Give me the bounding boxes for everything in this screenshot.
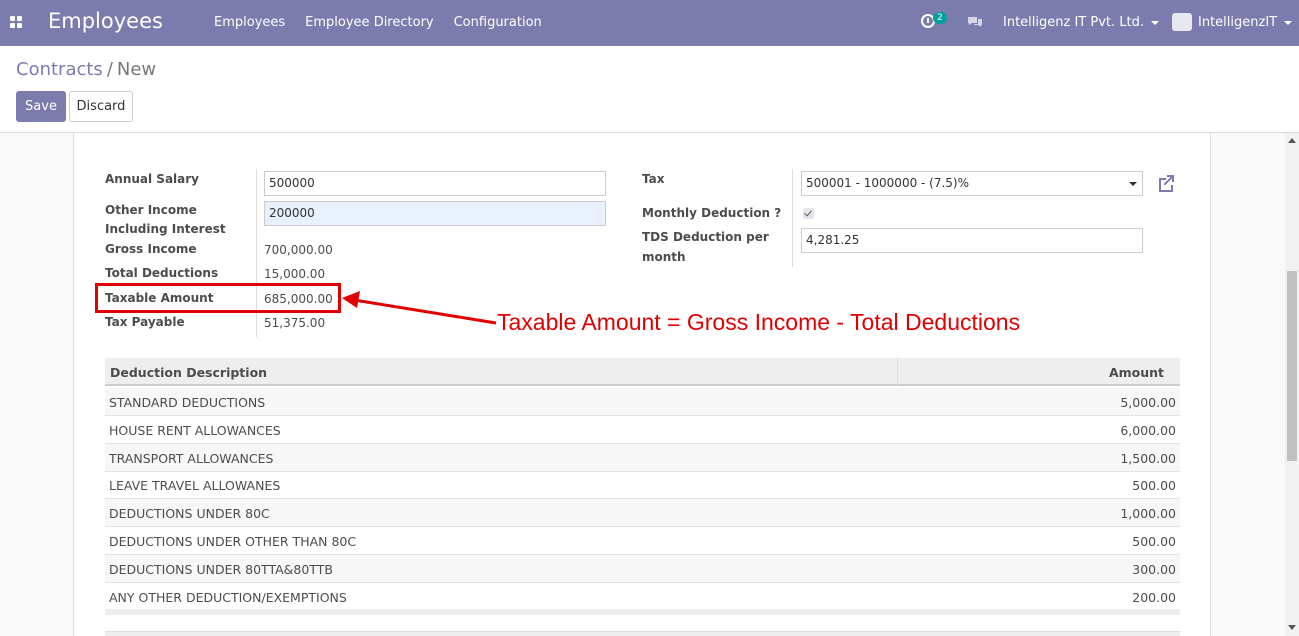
form-sheet: Annual Salary 500000 Other Income Includ… [73, 133, 1211, 636]
next-table-header [105, 631, 1180, 636]
deduction-amount-cell: 6,000.00 [1120, 422, 1176, 438]
annual-salary-label: Annual Salary [105, 172, 199, 186]
table-row[interactable]: ANY OTHER DEDUCTION/EXEMPTIONS 200.00 [105, 583, 1180, 611]
top-navbar: Employees Employees Employee Directory C… [0, 0, 1299, 46]
annotation-text: Taxable Amount = Gross Income - Total De… [497, 309, 1021, 335]
menu-item-employees[interactable]: Employees [214, 15, 285, 30]
monthly-deduction-checkbox[interactable] [803, 208, 814, 219]
company-name: Intelligenz IT Pvt. Ltd. [1003, 15, 1144, 30]
column-header-description[interactable]: Deduction Description [110, 365, 267, 380]
user-avatar[interactable] [1172, 13, 1192, 31]
deduction-description-cell: LEAVE TRAVEL ALLOWANES [109, 478, 281, 494]
discard-button[interactable]: Discard [69, 91, 133, 122]
scroll-up-icon[interactable] [1288, 138, 1296, 143]
tds-deduction-input[interactable]: 4,281.25 [801, 228, 1143, 253]
vertical-scrollbar[interactable] [1285, 133, 1299, 636]
breadcrumb-separator: / [106, 59, 113, 80]
column-divider [897, 358, 898, 386]
table-row[interactable]: LEAVE TRAVEL ALLOWANES 500.00 [105, 471, 1180, 500]
annotation-arrow [342, 291, 497, 325]
deduction-description-cell: DEDUCTIONS UNDER 80TTA&80TTB [109, 561, 333, 577]
chevron-down-icon [1129, 182, 1137, 186]
activity-count-badge: 2 [933, 12, 947, 24]
gross-income-value: 700,000.00 [264, 243, 333, 257]
deduction-amount-cell: 500.00 [1132, 534, 1176, 549]
other-income-label-line2: Including Interest [105, 222, 226, 236]
breadcrumb-contracts[interactable]: Contracts [16, 59, 103, 80]
chevron-down-icon [1150, 20, 1159, 25]
deduction-description-cell: ANY OTHER DEDUCTION/EXEMPTIONS [109, 589, 347, 605]
group-divider [792, 169, 793, 267]
deduction-description-cell: STANDARD DEDUCTIONS [109, 395, 266, 410]
scrollbar-thumb[interactable] [1287, 271, 1297, 461]
gross-income-label: Gross Income [105, 242, 197, 256]
user-menu[interactable]: IntelligenzIT [1198, 15, 1293, 30]
user-name: IntelligenzIT [1198, 15, 1278, 30]
column-header-amount[interactable]: Amount [1109, 365, 1164, 380]
company-switcher[interactable]: Intelligenz IT Pvt. Ltd. [1003, 15, 1159, 30]
deduction-amount-cell: 1,000.00 [1120, 506, 1176, 522]
deduction-description-cell: DEDUCTIONS UNDER 80C [109, 506, 270, 522]
table-row[interactable]: DEDUCTIONS UNDER 80C 1,000.00 [105, 499, 1180, 528]
main-menu: Employees Employee Directory Configurati… [214, 15, 542, 30]
menu-item-configuration[interactable]: Configuration [454, 15, 542, 30]
table-row[interactable]: HOUSE RENT ALLOWANCES 6,000.00 [105, 416, 1180, 444]
deduction-amount-cell: 200.00 [1132, 589, 1176, 605]
scroll-down-icon[interactable] [1288, 625, 1296, 630]
deduction-amount-cell: 1,500.00 [1120, 450, 1176, 466]
table-row[interactable]: DEDUCTIONS UNDER 80TTA&80TTB 300.00 [105, 554, 1180, 583]
external-link-icon[interactable] [1155, 172, 1177, 194]
annual-salary-input[interactable]: 500000 [264, 171, 606, 196]
monthly-deduction-label: Monthly Deduction ? [642, 206, 782, 220]
chevron-down-icon [1284, 20, 1293, 25]
menu-item-employee-directory[interactable]: Employee Directory [305, 15, 433, 30]
tds-deduction-label: TDS Deduction per [642, 230, 769, 244]
deduction-amount-cell: 300.00 [1132, 561, 1176, 577]
tax-label: Tax [642, 172, 665, 186]
control-panel: Contracts / New Save Discard [0, 46, 1299, 133]
total-deductions-label: Total Deductions [105, 266, 219, 280]
deductions-table-footer [105, 609, 1180, 615]
deduction-amount-cell: 5,000.00 [1120, 395, 1176, 410]
annotation-highlight-box [95, 283, 341, 313]
save-button[interactable]: Save [16, 91, 66, 122]
tax-payable-value: 51,375.00 [264, 316, 326, 330]
tax-select-value: 500001 - 1000000 - (7.5)% [806, 176, 970, 190]
tds-deduction-label-line2: month [642, 250, 686, 264]
table-row[interactable]: DEDUCTIONS UNDER OTHER THAN 80C 500.00 [105, 527, 1180, 555]
deduction-description-cell: TRANSPORT ALLOWANCES [109, 450, 274, 466]
app-title[interactable]: Employees [48, 9, 163, 33]
deductions-table-header: Deduction Description Amount [105, 358, 1180, 386]
tax-payable-label: Tax Payable [105, 315, 185, 329]
apps-menu-icon[interactable] [10, 16, 22, 28]
total-deductions-value: 15,000.00 [264, 267, 326, 281]
tax-select[interactable]: 500001 - 1000000 - (7.5)% [801, 171, 1143, 196]
deduction-description-cell: HOUSE RENT ALLOWANCES [109, 422, 281, 438]
table-row[interactable]: STANDARD DEDUCTIONS 5,000.00 [105, 388, 1180, 416]
chat-icon[interactable] [967, 16, 983, 28]
deduction-description-cell: DEDUCTIONS UNDER OTHER THAN 80C [109, 534, 357, 549]
breadcrumb-current: New [116, 59, 157, 80]
other-income-label: Other Income [105, 203, 197, 217]
table-row[interactable]: TRANSPORT ALLOWANCES 1,500.00 [105, 443, 1180, 472]
other-income-input[interactable]: 200000 [264, 201, 606, 226]
deduction-amount-cell: 500.00 [1132, 478, 1176, 494]
form-view: Annual Salary 500000 Other Income Includ… [0, 133, 1299, 636]
breadcrumb: Contracts / New [16, 59, 156, 80]
